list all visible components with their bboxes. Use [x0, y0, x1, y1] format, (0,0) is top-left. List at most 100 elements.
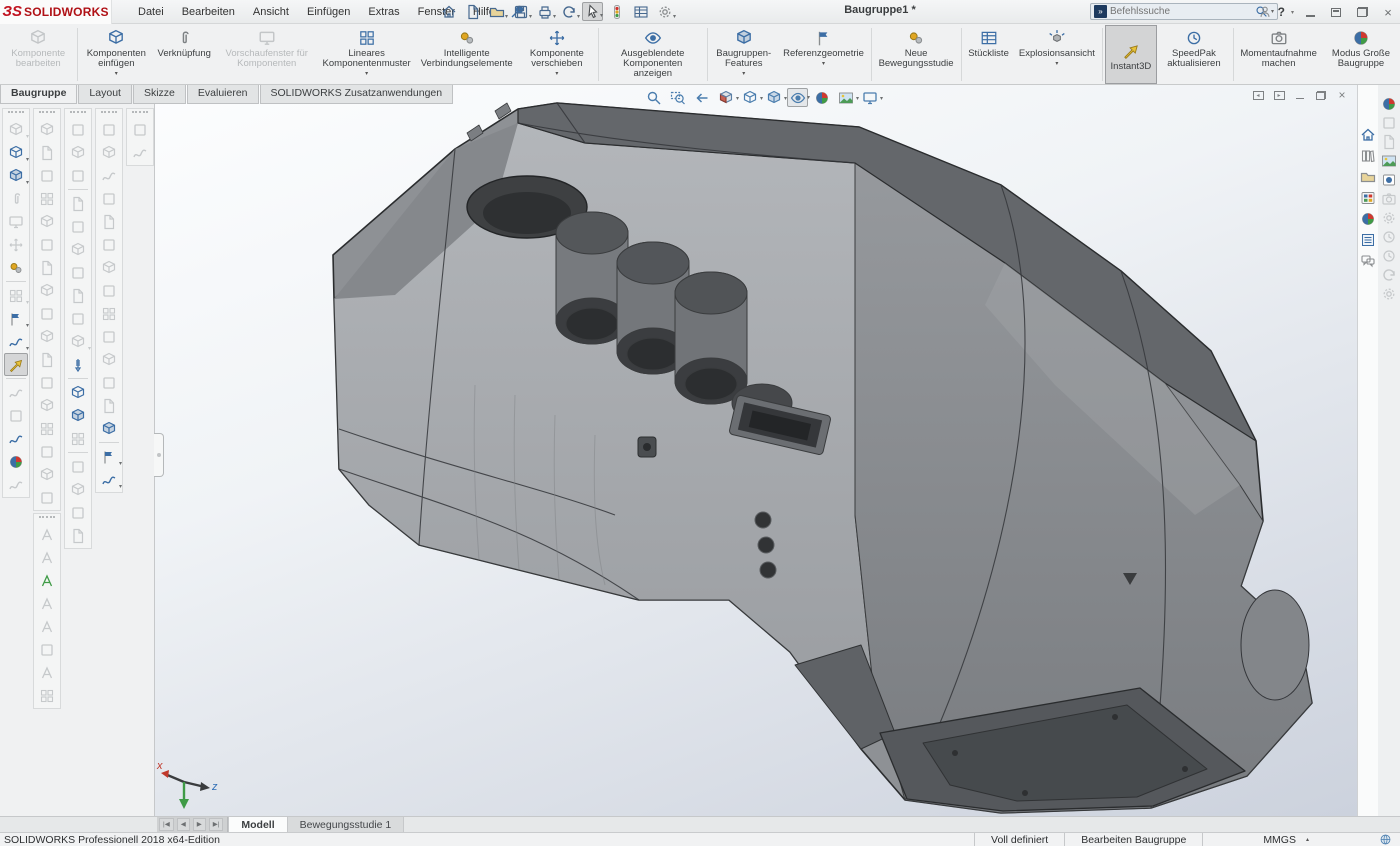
feature-tool-icon[interactable] [97, 187, 121, 210]
menu-ansicht[interactable]: Ansicht [245, 3, 297, 21]
zoom-to-fit-icon[interactable] [643, 88, 664, 107]
feature-tool-icon[interactable] [97, 256, 121, 279]
apply-scene-icon[interactable] [1379, 152, 1399, 170]
assembly-tool-icon[interactable] [35, 440, 59, 463]
view-component-icon[interactable] [97, 417, 121, 440]
appearances-scenes-icon[interactable] [1358, 209, 1378, 228]
first-tab-button[interactable]: |◀ [159, 818, 174, 831]
surface-finish-icon[interactable] [35, 592, 59, 615]
minimize-button[interactable] [1300, 4, 1320, 20]
smart-fasteners-button[interactable]: Intelligente Verbindungselemente [416, 25, 518, 84]
spline-tools-icon[interactable]: ▾ [97, 468, 121, 491]
proof-sheet-icon[interactable] [1379, 209, 1399, 227]
split-pane-left-button[interactable]: ◂ [1251, 89, 1265, 101]
assembly-tool-icon[interactable] [35, 394, 59, 417]
speedpak-update-button[interactable]: SpeedPak aktualisieren [1157, 25, 1230, 84]
sketch-tool-icon[interactable] [66, 524, 90, 547]
component-preview-button[interactable]: Vorschaufenster für Komponenten [216, 25, 318, 84]
bill-of-materials-button[interactable]: Stückliste [963, 25, 1014, 84]
assembly-tool-icon[interactable] [35, 187, 59, 210]
performance-evaluation-icon[interactable] [606, 2, 627, 21]
feature-tool-icon[interactable] [97, 141, 121, 164]
misc-tool-icon[interactable] [128, 118, 152, 141]
options-icon[interactable]: ▾ [654, 2, 675, 21]
assembly-tool-icon[interactable] [35, 302, 59, 325]
smart-annotation-icon[interactable] [35, 569, 59, 592]
render-region-icon[interactable] [1379, 133, 1399, 151]
recall-last-render-icon[interactable] [1379, 266, 1399, 284]
shaded-component-icon[interactable] [66, 404, 90, 427]
reference-geometry-button[interactable]: Referenzgeometrie▾ [778, 25, 869, 84]
display-states-icon[interactable]: ▾ [4, 164, 28, 187]
tab-skizze[interactable]: Skizze [133, 85, 186, 104]
toolbar-grip[interactable] [8, 111, 24, 116]
cad-model[interactable] [333, 103, 1312, 813]
reference-geometry-icon[interactable]: ▾ [4, 307, 28, 330]
menu-bearbeiten[interactable]: Bearbeiten [174, 3, 243, 21]
instant3d-button[interactable]: Instant3D [1105, 25, 1158, 84]
weld-bead-icon[interactable] [4, 404, 28, 427]
geometric-tolerance-icon[interactable] [35, 638, 59, 661]
isometric-component-icon[interactable] [66, 381, 90, 404]
toolbar-grip[interactable] [132, 111, 148, 116]
linear-component-pattern-icon[interactable]: ▾ [4, 284, 28, 307]
assembly-tool-icon[interactable] [35, 279, 59, 302]
schedule-render-icon[interactable] [1379, 247, 1399, 265]
globe-icon[interactable] [1379, 833, 1392, 846]
next-tab-button[interactable]: ▶ [193, 818, 206, 831]
feature-tool-icon[interactable] [97, 302, 121, 325]
feature-tool-icon[interactable] [97, 371, 121, 394]
render-quality-icon[interactable] [1379, 228, 1399, 246]
sketch-tool-icon[interactable] [66, 307, 90, 330]
menu-extras[interactable]: Extras [360, 3, 407, 21]
toolbar-grip[interactable] [101, 111, 117, 116]
home-icon[interactable] [438, 2, 459, 21]
hide-show-items-icon[interactable]: ▾ [787, 88, 808, 107]
area-hatch-icon[interactable] [35, 684, 59, 707]
mate-icon[interactable] [4, 187, 28, 210]
feature-tool-icon[interactable] [97, 164, 121, 187]
last-tab-button[interactable]: ▶| [209, 818, 224, 831]
tab-layout[interactable]: Layout [78, 85, 132, 104]
edit-component-icon[interactable]: ▾ [4, 118, 28, 141]
weld-symbol-icon[interactable] [35, 615, 59, 638]
appearances-icon[interactable] [4, 450, 28, 473]
sketch-tool-icon[interactable] [66, 261, 90, 284]
save-icon[interactable]: ▾ [510, 2, 531, 21]
cad-model-canvas[interactable]: x z [155, 85, 1357, 816]
maximize-button[interactable] [1326, 4, 1346, 20]
assembly-tool-icon[interactable] [35, 325, 59, 348]
feature-tool-icon[interactable] [97, 279, 121, 302]
tab-zusatzanwendungen[interactable]: SOLIDWORKS Zusatzanwendungen [260, 85, 454, 104]
tab-modell[interactable]: Modell [228, 817, 287, 832]
feature-tool-icon[interactable] [97, 210, 121, 233]
sketch-tool-icon[interactable] [66, 501, 90, 524]
evaluate-table-icon[interactable] [630, 2, 651, 21]
spring-tool-icon[interactable] [4, 473, 28, 496]
help-caret-icon[interactable]: ▾ [1291, 9, 1294, 16]
apply-scene-icon[interactable]: ▾ [835, 88, 856, 107]
feature-tool-icon[interactable] [97, 348, 121, 371]
instant3d-icon[interactable] [4, 353, 28, 376]
feature-tool-icon[interactable] [97, 118, 121, 141]
camera-icon[interactable] [1379, 190, 1399, 208]
insert-components-button[interactable]: Komponenten einfügen▾ [80, 25, 152, 84]
take-snapshot-button[interactable]: Momentaufnahme machen [1235, 25, 1322, 84]
previous-view-icon[interactable] [691, 88, 712, 107]
prev-tab-button[interactable]: ◀ [177, 818, 190, 831]
curve-tools-icon[interactable] [4, 427, 28, 450]
assembly-tool-icon[interactable] [35, 118, 59, 141]
show-hidden-components-button[interactable]: Ausgeblendete Komponenten anzeigen [601, 25, 705, 84]
edit-component-button[interactable]: Komponente bearbeiten [1, 25, 75, 84]
design-library-icon[interactable] [1358, 146, 1378, 165]
tab-evaluieren[interactable]: Evaluieren [187, 85, 259, 104]
exploded-view-button[interactable]: Explosionsansicht▾ [1014, 25, 1100, 84]
view-palette-icon[interactable] [1358, 188, 1378, 207]
note-annotation-icon[interactable] [35, 523, 59, 546]
solidworks-resources-icon[interactable] [1358, 125, 1378, 144]
mate-button[interactable]: Verknüpfung [153, 25, 216, 84]
toolbar-grip[interactable] [70, 111, 86, 116]
preview-window-icon[interactable] [1379, 114, 1399, 132]
move-component-button[interactable]: Komponente verschieben▾ [518, 25, 596, 84]
assembly-tool-icon[interactable] [35, 256, 59, 279]
